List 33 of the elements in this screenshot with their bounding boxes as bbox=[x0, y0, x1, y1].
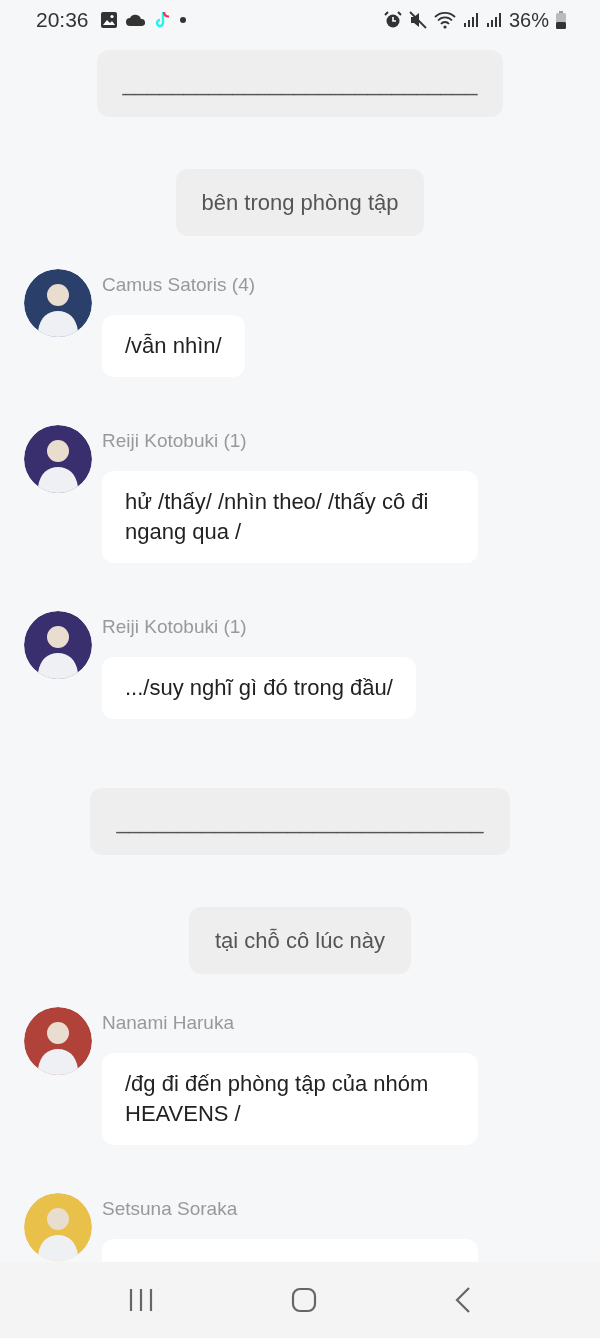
sender-name: Nanami Haruka bbox=[102, 1011, 234, 1035]
back-icon[interactable] bbox=[453, 1286, 472, 1314]
narration-text: _____________________________ bbox=[122, 71, 478, 96]
dot-icon bbox=[178, 16, 187, 24]
signal-icon bbox=[485, 12, 502, 28]
mute-icon bbox=[408, 11, 427, 29]
cloud-icon bbox=[124, 13, 147, 27]
message-bubble: hử /thấy/ /nhìn theo/ /thấy cô đi ngang qua / bbox=[102, 471, 478, 563]
signal-icon bbox=[462, 12, 479, 28]
narration-text: bên trong phòng tập bbox=[201, 190, 399, 215]
wifi-icon bbox=[433, 11, 456, 29]
message-bubble: /vẫn nhìn/ bbox=[102, 315, 245, 377]
home-icon[interactable] bbox=[291, 1287, 317, 1313]
sender-name: Reiji Kotobuki (1) bbox=[102, 615, 247, 639]
sender-name: Reiji Kotobuki (1) bbox=[102, 429, 247, 453]
music-note-icon bbox=[153, 10, 172, 30]
narration-text: ______________________________ bbox=[116, 809, 484, 834]
message-bubble: /đg đi đến phòng tập của nhóm HEAVENS / bbox=[102, 1053, 478, 1145]
avatar-icon bbox=[24, 269, 92, 337]
sender-name: Camus Satoris (4) bbox=[102, 273, 256, 297]
message-bubble: .../suy nghĩ gì đó trong đầu/ bbox=[102, 657, 416, 719]
battery-icon bbox=[556, 11, 566, 29]
status-time: 20:36 bbox=[36, 8, 89, 32]
avatar-icon bbox=[24, 611, 92, 679]
sender-name: Setsuna Soraka bbox=[102, 1197, 238, 1221]
avatar-icon bbox=[24, 1007, 92, 1075]
battery-percent: 36% bbox=[508, 8, 549, 32]
avatar-icon bbox=[24, 1193, 92, 1261]
alarm-icon bbox=[383, 11, 402, 29]
image-icon bbox=[99, 11, 118, 29]
recent-apps-icon[interactable] bbox=[128, 1287, 155, 1313]
narration-text: tại chỗ cô lúc này bbox=[215, 928, 385, 953]
avatar-icon bbox=[24, 425, 92, 493]
